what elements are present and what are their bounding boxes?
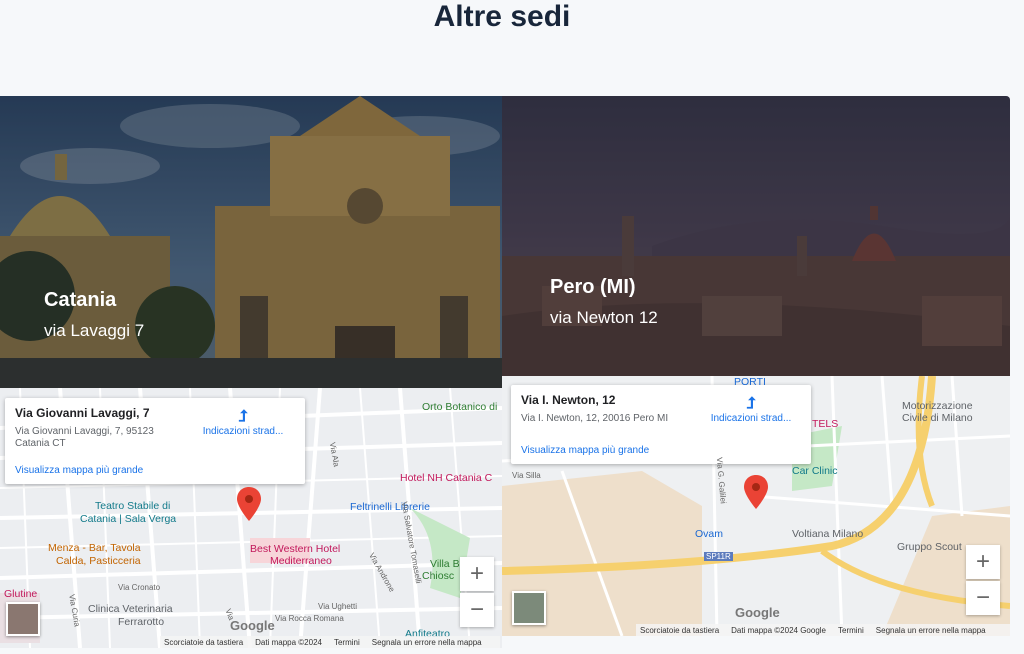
zoom-in-button[interactable]: + — [460, 557, 494, 591]
poi-label[interactable]: Gruppo Scout — [897, 541, 962, 553]
keyboard-shortcuts-link[interactable]: Scorciatoie da tastiera — [164, 638, 243, 647]
report-error-link[interactable]: Segnala un errore nella mappa — [876, 626, 986, 635]
poi-label[interactable]: Ferrarotto — [118, 616, 164, 628]
google-logo: Google — [230, 618, 275, 633]
map-info-window: Via I. Newton, 12 Via I. Newton, 12, 200… — [511, 385, 811, 464]
map-pero[interactable]: Via I. Newton, 12 Via I. Newton, 12, 200… — [502, 376, 1010, 636]
directions-button[interactable]: ⮥ Indicazioni strad... — [198, 408, 288, 437]
poi-label[interactable]: Mediterraneo — [270, 555, 332, 567]
poi-label[interactable]: Voltiana Milano — [792, 528, 863, 540]
map-info-address-line-2: Catania CT — [15, 438, 66, 449]
zoom-out-button[interactable]: − — [966, 581, 1000, 615]
road-label: Via Silla — [512, 471, 541, 480]
map-footer: Scorciatoie da tastiera Dati mappa ©2024… — [160, 636, 500, 648]
view-larger-map-link[interactable]: Visualizza mappa più grande — [15, 465, 143, 476]
map-marker-icon[interactable] — [744, 475, 768, 509]
poi-label[interactable]: TELS — [812, 418, 838, 430]
poi-label[interactable]: Best Western Hotel — [250, 543, 340, 555]
poi-label[interactable]: Menza - Bar, Tavola — [48, 542, 141, 554]
map-footer: Scorciatoie da tastiera Dati mappa ©2024… — [636, 624, 1010, 636]
map-marker-icon[interactable] — [237, 487, 261, 521]
view-larger-map-link[interactable]: Visualizza mappa più grande — [521, 445, 649, 456]
poi-label[interactable]: Catania | Sala Verga — [80, 513, 176, 525]
poi-label[interactable]: Orto Botanico di — [422, 401, 497, 413]
map-info-window: Via Giovanni Lavaggi, 7 Via Giovanni Lav… — [5, 398, 305, 484]
directions-label: Indicazioni strad... — [710, 413, 792, 424]
zoom-in-button[interactable]: + — [966, 545, 1000, 579]
location-card-catania[interactable]: Catania via Lavaggi 7 — [0, 96, 502, 388]
directions-label: Indicazioni strad... — [202, 426, 284, 437]
location-city: Catania — [44, 289, 117, 311]
directions-button[interactable]: ⮥ Indicazioni strad... — [706, 395, 796, 424]
terms-link[interactable]: Termini — [334, 638, 360, 647]
poi-label[interactable]: Clinica Veterinaria — [88, 603, 173, 615]
poi-label[interactable]: PORTI — [734, 376, 766, 388]
section-title: Altre sedi — [433, 0, 571, 33]
poi-label[interactable]: Motorizzazione — [902, 400, 973, 412]
location-city: Pero (MI) — [550, 276, 636, 298]
zoom-out-button[interactable]: − — [460, 593, 494, 627]
road-label: Via Cronato — [118, 583, 161, 592]
poi-label[interactable]: Ovam — [695, 528, 723, 540]
keyboard-shortcuts-link[interactable]: Scorciatoie da tastiera — [640, 626, 719, 635]
road-label: Via Ughetti — [318, 602, 357, 611]
poi-label[interactable]: Glutine — [4, 588, 37, 600]
poi-label[interactable]: Car Clinic — [792, 465, 838, 477]
poi-label[interactable]: Villa B — [430, 558, 460, 570]
road-label: Via Rocca Romana — [275, 614, 344, 623]
poi-label[interactable]: Civile di Milano — [902, 412, 973, 424]
location-card-pero[interactable]: Pero (MI) via Newton 12 — [502, 96, 1010, 376]
map-data-credit: Dati mappa ©2024 Google — [731, 625, 826, 635]
road-shield: SP11R — [704, 552, 733, 561]
report-error-link[interactable]: Segnala un errore nella mappa — [372, 638, 482, 647]
directions-icon: ⮥ — [746, 395, 756, 412]
poi-label[interactable]: Teatro Stabile di — [95, 500, 170, 512]
directions-icon: ⮥ — [238, 408, 248, 425]
poi-label[interactable]: Hotel NH Catania C — [400, 472, 492, 484]
map-catania[interactable]: Via Giovanni Lavaggi, 7 Via Giovanni Lav… — [0, 388, 502, 648]
location-street: via Lavaggi 7 — [44, 321, 145, 340]
google-logo: Google — [735, 605, 780, 620]
location-street: via Newton 12 — [550, 308, 658, 327]
satellite-view-thumbnail[interactable] — [6, 602, 40, 636]
map-data-credit: Dati mappa ©2024 — [255, 637, 322, 647]
terms-link[interactable]: Termini — [838, 626, 864, 635]
poi-label[interactable]: Feltrinelli Librerie — [350, 501, 430, 513]
satellite-view-thumbnail[interactable] — [512, 591, 546, 625]
poi-label[interactable]: Calda, Pasticceria — [56, 555, 141, 567]
poi-label[interactable]: Chiosc — [422, 570, 454, 582]
